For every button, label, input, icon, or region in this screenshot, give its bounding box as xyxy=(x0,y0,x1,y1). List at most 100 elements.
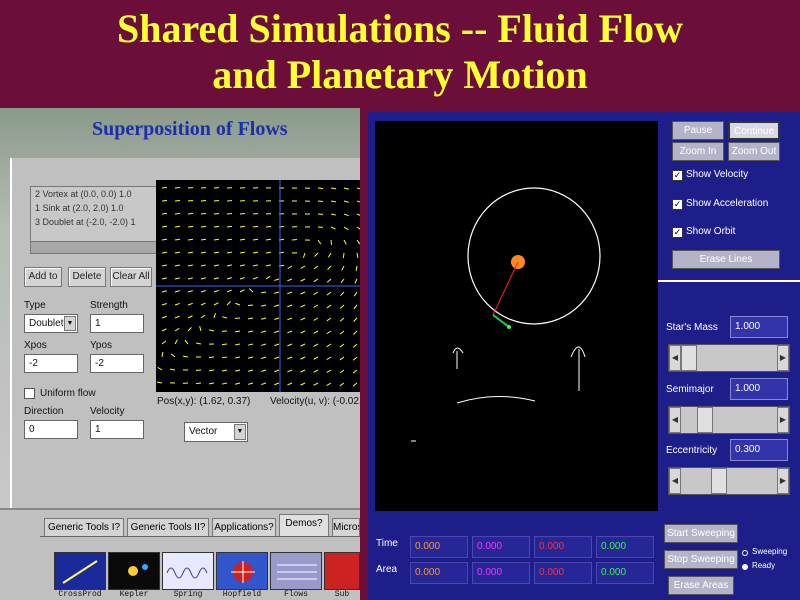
list-item[interactable]: 3 Doublet at (-2.0, -2.0) 1 xyxy=(31,215,157,229)
slider-right-arrow-icon[interactable]: ▶ xyxy=(777,468,789,494)
sub-tool-icon[interactable] xyxy=(324,552,360,590)
xpos-input[interactable]: -2 xyxy=(24,354,78,373)
field-arrow xyxy=(326,330,332,335)
field-arrow xyxy=(265,251,272,254)
continue-button[interactable]: Continue xyxy=(728,121,780,140)
list-item[interactable]: 2 Vortex at (0.0, 0.0) 1.0 xyxy=(31,187,157,201)
tool-label-crossprod: CrossProd xyxy=(58,590,102,599)
pause-button[interactable]: Pause xyxy=(672,121,724,140)
field-arrow xyxy=(274,291,280,294)
ypos-input[interactable]: -2 xyxy=(90,354,144,373)
direction-label: Direction xyxy=(24,406,64,417)
add-to-button[interactable]: Add to xyxy=(24,267,62,287)
slider-left-arrow-icon[interactable]: ◀ xyxy=(669,468,681,494)
kepler-tool-icon[interactable] xyxy=(108,552,160,590)
slider-left-arrow-icon[interactable]: ◀ xyxy=(669,345,681,371)
start-sweeping-button[interactable]: Start Sweeping xyxy=(664,524,738,543)
field-arrow xyxy=(313,278,319,283)
field-arrow xyxy=(352,343,358,348)
slider-left-arrow-icon[interactable]: ◀ xyxy=(669,407,681,433)
crossprod-tool-icon[interactable] xyxy=(54,552,106,590)
field-arrow xyxy=(343,226,349,231)
flows-tool-icon[interactable] xyxy=(270,552,322,590)
slider-right-arrow-icon[interactable]: ▶ xyxy=(777,345,789,371)
field-arrow xyxy=(248,288,254,293)
field-arrow xyxy=(339,382,345,387)
field-arrow xyxy=(248,369,254,372)
zoom-out-button[interactable]: Zoom Out xyxy=(728,142,780,161)
field-arrow xyxy=(226,212,233,215)
vector-field-plot[interactable] xyxy=(156,180,360,392)
field-arrow xyxy=(339,369,345,374)
tab-micros[interactable]: Micros xyxy=(332,518,360,536)
field-arrow xyxy=(287,278,293,282)
tab-demos[interactable]: Demos? xyxy=(279,514,329,536)
strength-label: Strength xyxy=(90,300,128,311)
eccentricity-slider[interactable]: ◀ ▶ xyxy=(668,467,790,495)
field-arrow xyxy=(221,369,228,372)
star-mass-slider[interactable]: ◀ ▶ xyxy=(668,344,790,372)
orbit-plot[interactable] xyxy=(375,121,658,511)
field-arrow xyxy=(326,356,332,361)
show-velocity-checkbox[interactable]: ✓ xyxy=(672,170,683,181)
field-arrow xyxy=(300,343,306,347)
field-arrow xyxy=(234,330,241,333)
field-arrow xyxy=(339,304,345,309)
strength-input[interactable]: 1 xyxy=(90,314,144,333)
field-arrow xyxy=(187,264,193,267)
delete-button[interactable]: Delete xyxy=(68,267,106,287)
field-arrow xyxy=(330,213,336,216)
field-arrow xyxy=(161,199,168,202)
area-cell-2: 0.000 xyxy=(472,562,530,584)
field-arrow xyxy=(327,265,332,270)
field-arrow xyxy=(342,252,345,259)
sweep-data-panel: Time Area 0.000 0.000 0.000 0.000 0.000 … xyxy=(368,512,658,600)
hopfield-tool-icon[interactable] xyxy=(216,552,268,590)
field-arrow xyxy=(200,225,207,228)
spring-tool-icon[interactable] xyxy=(162,552,214,590)
show-acceleration-checkbox[interactable]: ✓ xyxy=(672,199,683,210)
velocity-label: Velocity xyxy=(90,406,125,417)
tab-generic-tools-1[interactable]: Generic Tools I? xyxy=(44,518,124,536)
field-arrow xyxy=(213,238,220,241)
field-arrow xyxy=(226,225,233,228)
direction-input[interactable]: 0 xyxy=(24,420,78,439)
semimajor-input[interactable]: 1.000 xyxy=(730,378,788,400)
clear-all-button[interactable]: Clear All xyxy=(110,267,152,287)
orbit-canvas[interactable] xyxy=(375,121,658,511)
eccentricity-input[interactable]: 0.300 xyxy=(730,439,788,461)
velocity-input[interactable]: 1 xyxy=(90,420,144,439)
show-orbit-checkbox[interactable]: ✓ xyxy=(672,227,683,238)
flow-list[interactable]: 2 Vortex at (0.0, 0.0) 1.0 1 Sink at (2.… xyxy=(30,186,158,254)
slider-thumb[interactable] xyxy=(697,407,713,433)
uniform-flow-checkbox[interactable] xyxy=(24,388,35,399)
flows-applet: Superposition of Flows 2 Vortex at (0.0,… xyxy=(0,108,360,508)
type-select[interactable]: Doublet ▼ xyxy=(24,314,78,333)
field-arrow xyxy=(213,225,220,228)
semimajor-label: Semimajor xyxy=(666,384,714,395)
zoom-in-button[interactable]: Zoom In xyxy=(672,142,724,161)
eccentricity-label: Eccentricity xyxy=(666,445,718,456)
tab-generic-tools-2[interactable]: Generic Tools II? xyxy=(127,518,209,536)
tool-label-hopfield: Hopfield xyxy=(222,590,262,599)
field-arrow xyxy=(248,356,254,359)
field-arrow xyxy=(313,356,319,360)
erase-lines-button[interactable]: Erase Lines xyxy=(672,250,780,269)
slider-thumb[interactable] xyxy=(711,468,727,494)
star-mass-input[interactable]: 1.000 xyxy=(730,316,788,338)
field-arrow xyxy=(235,369,241,372)
list-horizontal-scrollbar[interactable] xyxy=(31,241,157,253)
erase-areas-button[interactable]: Erase Areas xyxy=(668,576,734,595)
vector-field-canvas[interactable] xyxy=(156,180,360,392)
list-item[interactable]: 1 Sink at (2.0, 2.0) 1.0 xyxy=(31,201,157,215)
field-arrow xyxy=(213,313,216,319)
semimajor-slider[interactable]: ◀ ▶ xyxy=(668,406,790,434)
slider-thumb[interactable] xyxy=(681,345,697,371)
tab-applications[interactable]: Applications? xyxy=(212,518,276,536)
field-arrow xyxy=(174,277,180,280)
stop-sweeping-button[interactable]: Stop Sweeping xyxy=(664,550,738,569)
field-arrow xyxy=(170,353,176,358)
display-mode-select[interactable]: Vector ▼ xyxy=(184,422,248,442)
field-arrow xyxy=(161,212,168,215)
slider-right-arrow-icon[interactable]: ▶ xyxy=(777,407,789,433)
